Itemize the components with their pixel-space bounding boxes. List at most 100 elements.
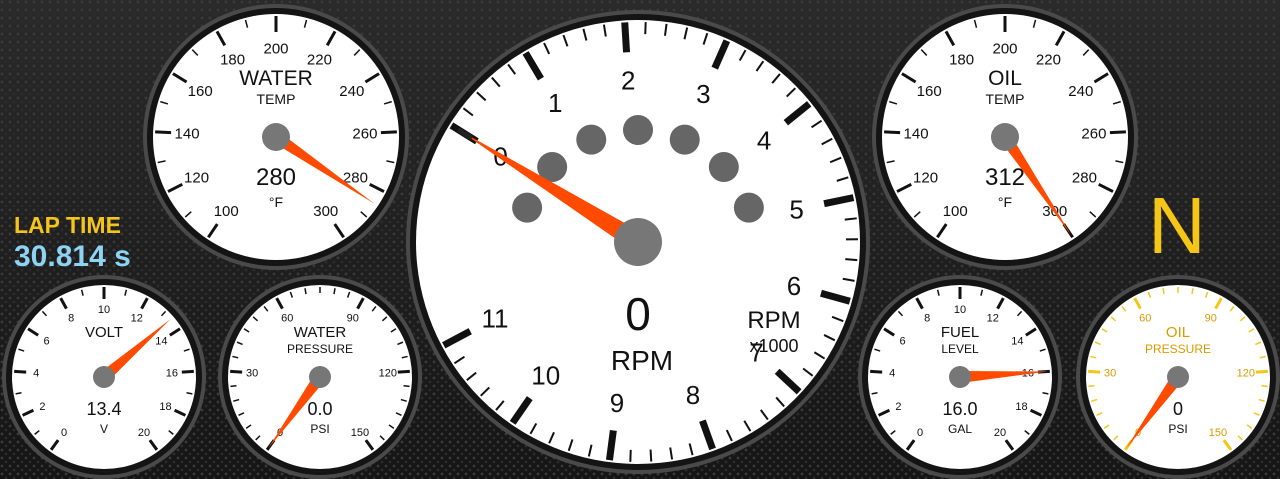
oil-pressure-hub <box>1167 366 1189 388</box>
water-temp-tick-label: 240 <box>339 83 364 100</box>
oil-temp-gauge: 100120140160180200220240260280300OILTEMP… <box>872 4 1138 270</box>
water-temp-tick-label: 100 <box>214 203 239 220</box>
oil-pressure-tick-label: 90 <box>1205 312 1217 324</box>
rpm-hub <box>614 218 662 266</box>
oil-temp-tick-label: 180 <box>949 52 974 69</box>
water-pressure-tick-label: 90 <box>347 312 359 324</box>
volt-gauge: 0 2 4 6 8 10 12 14 16 18 20 VOLT 13.4 V <box>2 275 206 479</box>
water-temp-hub <box>262 123 290 151</box>
water-temp-tick-label: 200 <box>263 40 288 57</box>
water-pressure-minor-tick <box>403 385 410 388</box>
rpm-multiplier: x1000 <box>749 336 798 356</box>
oil-temp-tick-label: 100 <box>943 203 968 220</box>
gauge-cluster: 012345678910110RPMRPMx100010012014016018… <box>2 4 1280 479</box>
oil-pressure-tick-label: 30 <box>1104 368 1116 380</box>
volt-tick-label: 2 <box>39 401 45 413</box>
oil-pressure-tick-label: 120 <box>1237 368 1255 380</box>
water-temp-tick-label: 300 <box>313 203 338 220</box>
rpm-minor-tick <box>844 217 857 221</box>
fuel-level-tick-label: 20 <box>994 427 1006 439</box>
fuel-level-hub <box>949 366 971 388</box>
fuel-level-major-tick <box>870 369 883 374</box>
water-pressure-readout: 0.0 <box>307 399 332 419</box>
fuel-level-tick-label: 10 <box>954 304 966 316</box>
rpm-title: RPM <box>747 307 800 334</box>
water-pressure-tick-label: 150 <box>351 427 369 439</box>
oil-pressure-tick-label: 60 <box>1139 312 1151 324</box>
fuel-level-unit: GAL <box>948 422 972 436</box>
water-temp-major-tick <box>155 130 172 135</box>
oil-pressure-tick-label: 150 <box>1209 427 1227 439</box>
volt-tick-label: 6 <box>44 336 50 348</box>
oil-temp-tick-label: 140 <box>904 126 929 143</box>
water-temp-title: WATER <box>239 67 313 90</box>
volt-major-tick <box>14 369 27 374</box>
lap-time-value: 30.814 s <box>14 240 131 273</box>
water-temp-major-tick <box>380 130 397 135</box>
oil-temp-title: OIL <box>988 67 1022 90</box>
lap-time-label: LAP TIME <box>14 212 121 238</box>
oil-temp-tick-label: 280 <box>1072 170 1097 187</box>
fuel-level-subtitle: LEVEL <box>941 342 979 356</box>
oil-pressure-minor-tick <box>1261 385 1268 388</box>
rpm-tick-label: 11 <box>481 303 508 333</box>
water-pressure-title: WATER <box>294 324 347 341</box>
volt-tick-label: 8 <box>68 312 74 324</box>
fuel-level-tick-label: 12 <box>987 312 999 324</box>
water-temp-subtitle: TEMP <box>257 91 296 107</box>
dashboard: 012345678910110RPMRPMx100010012014016018… <box>0 0 1280 479</box>
shift-light <box>733 192 764 223</box>
volt-unit: V <box>100 422 108 436</box>
volt-tick-label: 14 <box>155 336 167 348</box>
rpm-tick-label: 9 <box>610 388 624 418</box>
oil-temp-major-tick <box>1109 130 1126 135</box>
volt-tick-label: 18 <box>159 401 171 413</box>
oil-pressure-minor-tick <box>1088 385 1095 388</box>
water-temp-gauge: 100120140160180200220240260280300WATERTE… <box>143 4 409 270</box>
water-temp-tick-label: 160 <box>188 83 213 100</box>
fuel-level-tick-label: 0 <box>917 427 923 439</box>
oil-temp-tick-label: 260 <box>1081 126 1106 143</box>
fuel-level-tick-label: 6 <box>900 336 906 348</box>
water-pressure-hub <box>309 366 331 388</box>
oil-temp-tick-label: 240 <box>1068 83 1093 100</box>
rpm-tick-label: 4 <box>757 126 771 156</box>
water-temp-tick-label: 140 <box>175 126 200 143</box>
volt-tick-label: 0 <box>61 427 67 439</box>
water-temp-tick-label: 120 <box>184 170 209 187</box>
water-temp-tick-label: 260 <box>352 126 377 143</box>
fuel-level-tick-label: 8 <box>924 312 930 324</box>
oil-pressure-gauge: 0306090120150OILPRESSURE0PSI <box>1076 275 1280 479</box>
oil-temp-unit: °F <box>998 194 1012 210</box>
rpm-major-tick <box>605 429 617 461</box>
rpm-tick-label: 1 <box>548 88 562 118</box>
rpm-tick-label: 8 <box>686 380 700 410</box>
water-pressure-major-tick <box>397 369 410 374</box>
rpm-minor-tick <box>845 258 858 262</box>
oil-pressure-major-tick <box>1255 369 1268 374</box>
rpm-minor-tick <box>649 449 653 462</box>
oil-temp-tick-label: 160 <box>917 83 942 100</box>
oil-temp-major-tick <box>884 130 901 135</box>
oil-pressure-unit: PSI <box>1168 422 1187 436</box>
fuel-level-tick-label: 18 <box>1015 401 1027 413</box>
oil-temp-hub <box>991 123 1019 151</box>
shift-light <box>623 115 653 145</box>
oil-pressure-minor-tick <box>1162 288 1165 295</box>
fuel-level-title: FUEL <box>941 324 979 341</box>
volt-tick-label: 20 <box>138 427 150 439</box>
fuel-level-tick-label: 14 <box>1011 336 1023 348</box>
water-pressure-tick-label: 30 <box>246 368 258 380</box>
water-pressure-subtitle: PRESSURE <box>287 342 353 356</box>
oil-temp-readout: 312 <box>985 164 1025 191</box>
rpm-unit: RPM <box>611 345 673 376</box>
water-pressure-minor-tick <box>333 288 336 295</box>
rpm-gauge: 012345678910110RPMRPMx1000 <box>406 10 870 474</box>
fuel-level-gauge: 02468101214161820FUELLEVEL16.0GAL <box>858 275 1062 479</box>
oil-pressure-minor-tick <box>1191 288 1194 295</box>
fuel-level-tick-label: 4 <box>889 368 895 380</box>
rpm-tick-label: 6 <box>787 271 801 301</box>
volt-tick-label: 16 <box>166 368 178 380</box>
water-temp-readout: 280 <box>256 164 296 191</box>
water-pressure-tick-label: 120 <box>379 368 397 380</box>
